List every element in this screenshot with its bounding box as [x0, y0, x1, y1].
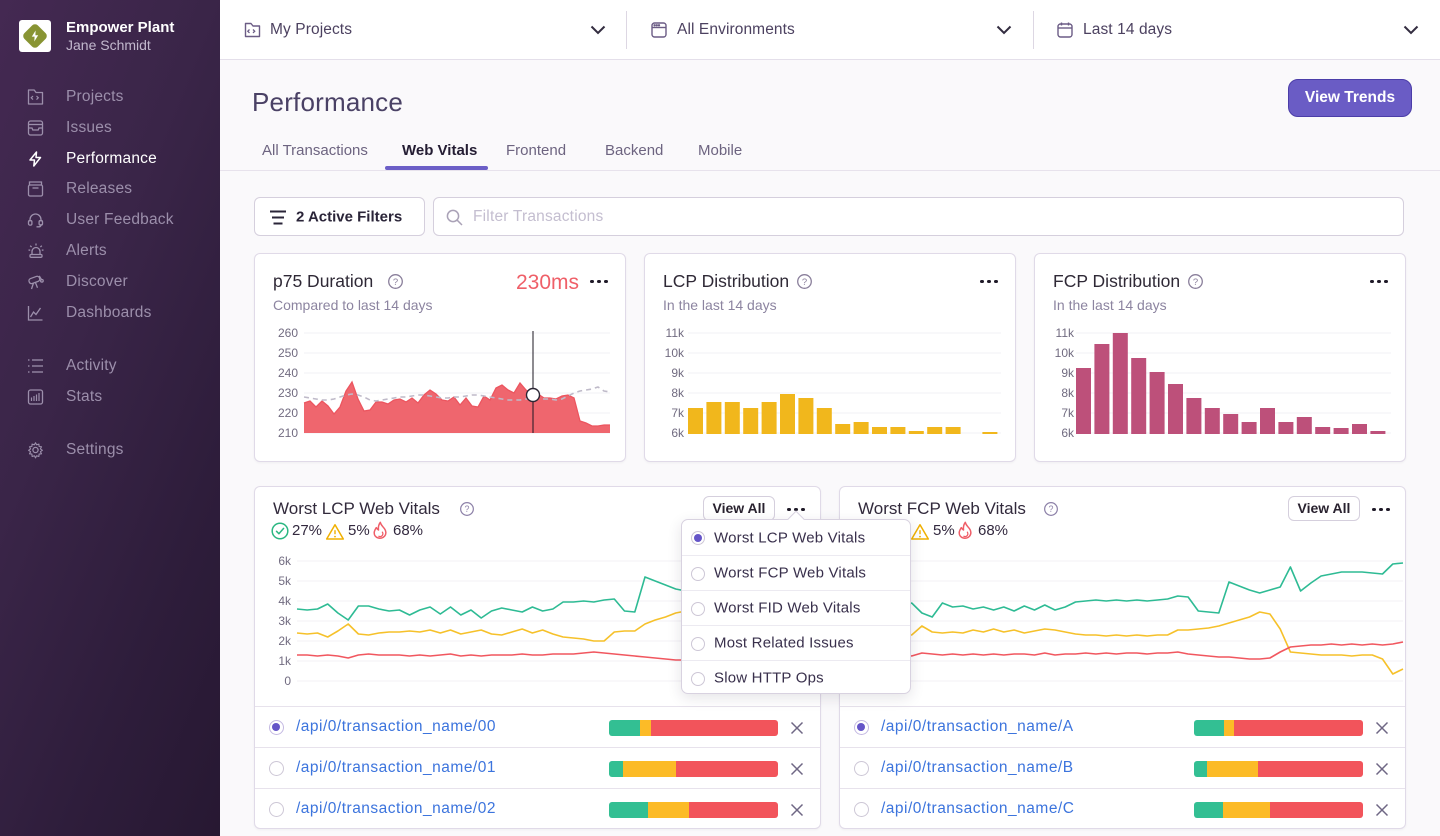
svg-text:10k: 10k — [665, 346, 685, 360]
svg-text:1k: 1k — [278, 654, 292, 668]
svg-text:9k: 9k — [1061, 366, 1075, 380]
svg-text:6k: 6k — [278, 554, 292, 568]
svg-text:220: 220 — [278, 406, 298, 420]
svg-text:0: 0 — [284, 674, 291, 688]
svg-text:11k: 11k — [666, 326, 685, 340]
svg-text:11k: 11k — [1056, 326, 1075, 340]
svg-text:9k: 9k — [671, 366, 685, 380]
svg-text:7k: 7k — [1061, 406, 1075, 420]
svg-text:8k: 8k — [671, 386, 685, 400]
svg-text:240: 240 — [278, 366, 298, 380]
svg-text:250: 250 — [278, 346, 298, 360]
svg-text:260: 260 — [278, 326, 298, 340]
svg-text:5k: 5k — [278, 574, 292, 588]
svg-text:210: 210 — [278, 426, 298, 440]
svg-text:3k: 3k — [278, 614, 292, 628]
svg-text:6k: 6k — [1061, 426, 1075, 440]
svg-text:2k: 2k — [278, 634, 292, 648]
svg-text:8k: 8k — [1061, 386, 1075, 400]
svg-text:6k: 6k — [671, 426, 685, 440]
svg-text:230: 230 — [278, 386, 298, 400]
svg-text:4k: 4k — [278, 594, 292, 608]
svg-text:7k: 7k — [671, 406, 685, 420]
svg-text:10k: 10k — [1055, 346, 1075, 360]
